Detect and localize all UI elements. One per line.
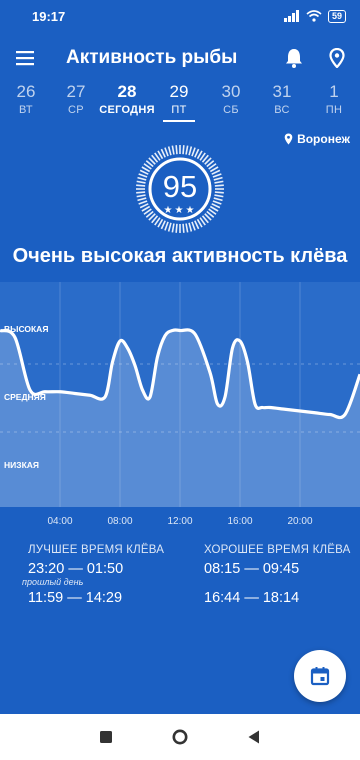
wifi-icon [306, 10, 322, 22]
chart-x-tick: 08:00 [107, 516, 132, 527]
page-title: Активность рыбы [66, 47, 238, 68]
gauge-tick [160, 148, 166, 158]
gauge-tick [171, 145, 175, 155]
gauge-tick [185, 223, 189, 233]
gauge-tick [185, 145, 189, 155]
good-times: ХОРОШЕЕ ВРЕМЯ КЛЁВА 08:15 — 09:45 16:44 … [204, 544, 350, 607]
chart-level-label: НИЗКАЯ [4, 460, 39, 470]
activity-score: 95 [162, 169, 198, 204]
best-time-row: 11:59 — 14:29 [28, 590, 123, 606]
good-times-heading: ХОРОШЕЕ ВРЕМЯ КЛЁВА [204, 544, 351, 556]
gauge-tick [171, 223, 175, 233]
calendar-button[interactable] [294, 650, 346, 702]
chart-x-tick: 04:00 [47, 516, 72, 527]
day-item-selected[interactable]: 29 ПТ [149, 82, 209, 122]
menu-icon[interactable] [10, 43, 40, 73]
status-icons: 59 [283, 9, 346, 23]
calendar-icon [310, 667, 330, 686]
gauge-tick [167, 146, 172, 156]
day-item[interactable]: 31 ВС [252, 82, 312, 118]
back-icon[interactable] [246, 729, 262, 745]
recent-apps-icon[interactable] [98, 729, 114, 745]
activity-chart: ВЫСОКАЯ СРЕДНЯЯ НИЗКАЯ 04:00 08:00 12:00 16:0… [0, 282, 360, 527]
app-bar: Активность рыбы [0, 36, 360, 80]
gauge-tick [194, 220, 200, 230]
day-label: ВС [274, 104, 290, 116]
gauge-tick [194, 148, 200, 158]
gauge-tick [175, 223, 178, 233]
day-label: СЕГОДНЯ [99, 104, 155, 116]
best-times: ЛУЧШЕЕ ВРЕМЯ КЛЁВА 23:20 — 01:50 прошлый… [22, 544, 165, 607]
activity-headline: Очень высокая активность клёва [12, 245, 348, 267]
gauge-tick [191, 147, 196, 157]
chart-level-label: ВЫСОКАЯ [4, 324, 48, 334]
rating-stars: ★★★ [163, 205, 197, 216]
gauge-tick [160, 220, 166, 230]
status-bar: 19:17 59 [0, 0, 360, 32]
chart-x-tick: 16:00 [227, 516, 252, 527]
bite-times: ЛУЧШЕЕ ВРЕМЯ КЛЁВА 23:20 — 01:50 прошлый… [0, 544, 360, 624]
day-number: 28 [117, 82, 137, 101]
good-time-row: 16:44 — 18:14 [204, 590, 300, 606]
bell-icon[interactable] [279, 43, 309, 73]
gauge-tick [182, 223, 185, 233]
gauge-tick [167, 222, 172, 232]
signal-icon [283, 10, 299, 22]
chart-level-label: СРЕДНЯЯ [4, 392, 46, 402]
gauge-tick [188, 146, 193, 156]
gauge-tick [182, 145, 185, 155]
status-time: 19:17 [32, 8, 66, 24]
location-pin-icon [284, 133, 293, 145]
day-number: 1 [329, 82, 339, 101]
system-nav-bar [0, 714, 360, 760]
location-pin-icon[interactable] [322, 43, 352, 73]
day-item[interactable]: 1 ПН [304, 82, 360, 118]
best-time-row: 23:20 — 01:50 [28, 561, 124, 577]
chart-x-tick: 12:00 [167, 516, 192, 527]
day-label: ПТ [171, 104, 187, 116]
chart-x-tick: 20:00 [287, 516, 312, 527]
day-item-today[interactable]: 28 СЕГОДНЯ [97, 82, 157, 118]
home-icon[interactable] [172, 729, 188, 745]
gauge-tick [191, 221, 196, 231]
good-time-row: 08:15 — 09:45 [204, 561, 300, 577]
battery-icon: 59 [327, 9, 346, 23]
location-name: Воронеж [297, 132, 350, 146]
day-strip: 26 ВТ 27 СР 28 СЕГОДНЯ 29 ПТ 30 СБ 31 ВС… [0, 82, 360, 124]
day-number: 31 [272, 82, 292, 101]
gauge-tick [188, 222, 193, 232]
previous-day-note: прошлый день [22, 577, 84, 587]
day-number: 29 [169, 82, 189, 101]
gauge-tick [164, 147, 169, 157]
location-label[interactable]: Воронеж [284, 132, 350, 146]
gauge-tick [175, 145, 178, 155]
gauge-tick [164, 221, 169, 231]
day-label: ПН [325, 104, 343, 116]
best-times-heading: ЛУЧШЕЕ ВРЕМЯ КЛЁВА [28, 544, 165, 556]
